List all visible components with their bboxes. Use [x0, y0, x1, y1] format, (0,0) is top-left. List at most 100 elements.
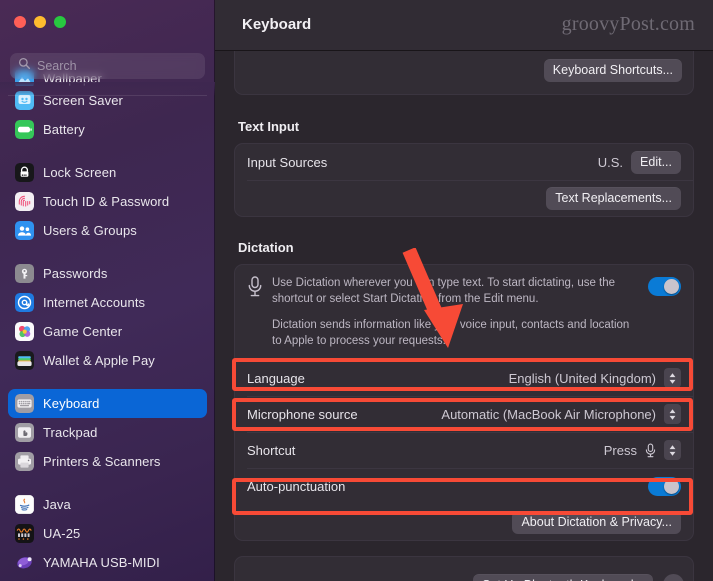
sidebar-item-touch-id-password[interactable]: Touch ID & Password: [8, 187, 207, 216]
sidebar-item-wallet-apple-pay[interactable]: Wallet & Apple Pay: [8, 346, 207, 375]
dictation-microphone-source-value: Automatic (MacBook Air Microphone): [441, 406, 656, 422]
dictation-row-language[interactable]: Language English (United Kingdom): [235, 360, 693, 396]
sidebar-item-screen-saver[interactable]: Screen Saver: [8, 86, 207, 115]
dictation-language-popup-stepper[interactable]: [664, 368, 681, 389]
zoom-button[interactable]: [54, 16, 66, 28]
dictation-shortcut-value: Press: [603, 442, 637, 458]
sidebar-item-label: Printers & Scanners: [43, 454, 161, 469]
sidebar-item-yamaha-usb-midi[interactable]: YAMAHA USB-MIDI: [8, 548, 207, 577]
dictation-description-card: Use Dictation wherever you can type text…: [234, 264, 694, 361]
sidebar-item-internet-accounts[interactable]: Internet Accounts: [8, 288, 207, 317]
settings-content: Keyboard Shortcuts... Text Input Input S…: [215, 51, 713, 581]
users-groups-icon: [15, 221, 34, 240]
sidebar-item-label: Battery: [43, 122, 85, 137]
sidebar-item-label: YAMAHA USB-MIDI: [43, 555, 160, 570]
sidebar-item-label: Passwords: [43, 266, 108, 281]
sidebar-item-label: Trackpad: [43, 425, 98, 440]
dictation-section-title: Dictation: [238, 240, 294, 255]
dictation-toggle[interactable]: [648, 277, 681, 296]
sidebar-item-label: Wallet & Apple Pay: [43, 353, 155, 368]
sidebar-item-label: Touch ID & Password: [43, 194, 170, 209]
dictation-description-line2: Dictation sends information like your vo…: [272, 318, 630, 347]
dictation-language-label: Language: [247, 370, 305, 386]
text-replacements-button[interactable]: Text Replacements...: [546, 186, 681, 210]
dictation-description-line1: Use Dictation wherever you can type text…: [272, 277, 616, 306]
dictation-shortcut-label: Shortcut: [247, 442, 296, 458]
dictation-shortcut-popup-stepper[interactable]: [664, 440, 681, 461]
dictation-microphone-source-popup-stepper[interactable]: [664, 404, 681, 425]
sidebar: Search Wallpaper Screen Saver Battery Lock …: [0, 0, 215, 581]
bluetooth-keyboard-card: Set Up Bluetooth Keyboard...: [234, 556, 694, 581]
dictation-row-microphone-source[interactable]: Microphone source Automatic (MacBook Air …: [235, 396, 693, 432]
input-sources-value: U.S.: [597, 154, 624, 170]
watermark: groovyPost.com: [561, 13, 695, 35]
sidebar-item-printers-scanners[interactable]: Printers & Scanners: [8, 447, 207, 476]
search-icon: [18, 57, 31, 75]
minimize-button[interactable]: [34, 16, 46, 28]
wallet-icon: [15, 351, 34, 370]
sidebar-item-label: Lock Screen: [43, 165, 117, 180]
search-placeholder: Search: [37, 59, 77, 73]
ua25-icon: [15, 524, 34, 543]
text-input-section-title: Text Input: [238, 119, 300, 134]
dictation-description: Use Dictation wherever you can type text…: [272, 275, 635, 349]
sidebar-item-battery[interactable]: Battery: [8, 115, 207, 144]
sidebar-item-keyboard[interactable]: Keyboard: [8, 389, 207, 418]
battery-icon: [15, 120, 34, 139]
internet-accounts-icon: [15, 293, 34, 312]
help-button[interactable]: [663, 574, 684, 581]
about-dictation-privacy-button[interactable]: About Dictation & Privacy...: [512, 510, 681, 534]
page-title: Keyboard: [242, 16, 312, 33]
text-input-card: Input Sources U.S. Edit... Text Replacem…: [234, 143, 694, 217]
lock-screen-icon: [15, 163, 34, 182]
setup-bluetooth-keyboard-button[interactable]: Set Up Bluetooth Keyboard...: [473, 574, 653, 581]
screen-saver-icon: [15, 91, 34, 110]
dictation-row-shortcut[interactable]: Shortcut Press: [235, 432, 693, 468]
sidebar-item-users-groups[interactable]: Users & Groups: [8, 216, 207, 245]
sidebar-item-label: Java: [43, 497, 71, 512]
system-settings-window: Search Wallpaper Screen Saver Battery Lock …: [0, 0, 713, 581]
sidebar-list[interactable]: Wallpaper Screen Saver Battery Lock Screen T…: [0, 70, 215, 581]
sidebar-divider: [8, 95, 207, 96]
close-button[interactable]: [14, 16, 26, 28]
keyboard-icon: [15, 394, 34, 413]
game-center-icon: [15, 322, 34, 341]
search-input[interactable]: Search: [10, 53, 205, 79]
auto-punctuation-toggle[interactable]: [648, 476, 681, 496]
main-panel: Keyboard groovyPost.com Keyboard Shortcu…: [215, 0, 713, 581]
about-dictation-row: About Dictation & Privacy...: [235, 504, 693, 540]
sidebar-item-label: UA-25: [43, 526, 81, 541]
sidebar-item-lock-screen[interactable]: Lock Screen: [8, 158, 207, 187]
sidebar-item-game-center[interactable]: Game Center: [8, 317, 207, 346]
dictation-settings-card: Language English (United Kingdom) Micropho…: [234, 360, 694, 542]
dictation-language-value: English (United Kingdom): [508, 370, 656, 386]
touch-id-icon: [15, 192, 34, 211]
sidebar-item-trackpad[interactable]: Trackpad: [8, 418, 207, 447]
input-sources-row[interactable]: Input Sources U.S. Edit...: [235, 144, 693, 180]
keyboard-shortcuts-card: Keyboard Shortcuts...: [234, 51, 694, 95]
printers-icon: [15, 452, 34, 471]
sidebar-item-label: Internet Accounts: [43, 295, 146, 310]
sidebar-item-label: Users & Groups: [43, 223, 137, 238]
keyboard-shortcuts-button[interactable]: Keyboard Shortcuts...: [543, 59, 682, 82]
java-icon: [15, 495, 34, 514]
dictation-row-auto-punctuation[interactable]: Auto-punctuation: [235, 468, 693, 504]
microphone-icon: [247, 276, 263, 349]
text-replacements-row: Text Replacements...: [235, 180, 693, 216]
trackpad-icon: [15, 423, 34, 442]
input-sources-label: Input Sources: [247, 154, 328, 170]
shortcut-microphone-icon: [645, 443, 656, 458]
yamaha-icon: [15, 553, 34, 572]
sidebar-item-java[interactable]: Java: [8, 490, 207, 519]
passwords-icon: [15, 264, 34, 283]
sidebar-item-ua-25[interactable]: UA-25: [8, 519, 207, 548]
dictation-microphone-source-label: Microphone source: [247, 406, 358, 422]
sidebar-item-label: Game Center: [43, 324, 123, 339]
edit-input-sources-button[interactable]: Edit...: [631, 150, 681, 174]
main-titlebar: Keyboard groovyPost.com: [215, 0, 713, 51]
sidebar-item-passwords[interactable]: Passwords: [8, 259, 207, 288]
dictation-auto-punctuation-label: Auto-punctuation: [247, 478, 346, 494]
